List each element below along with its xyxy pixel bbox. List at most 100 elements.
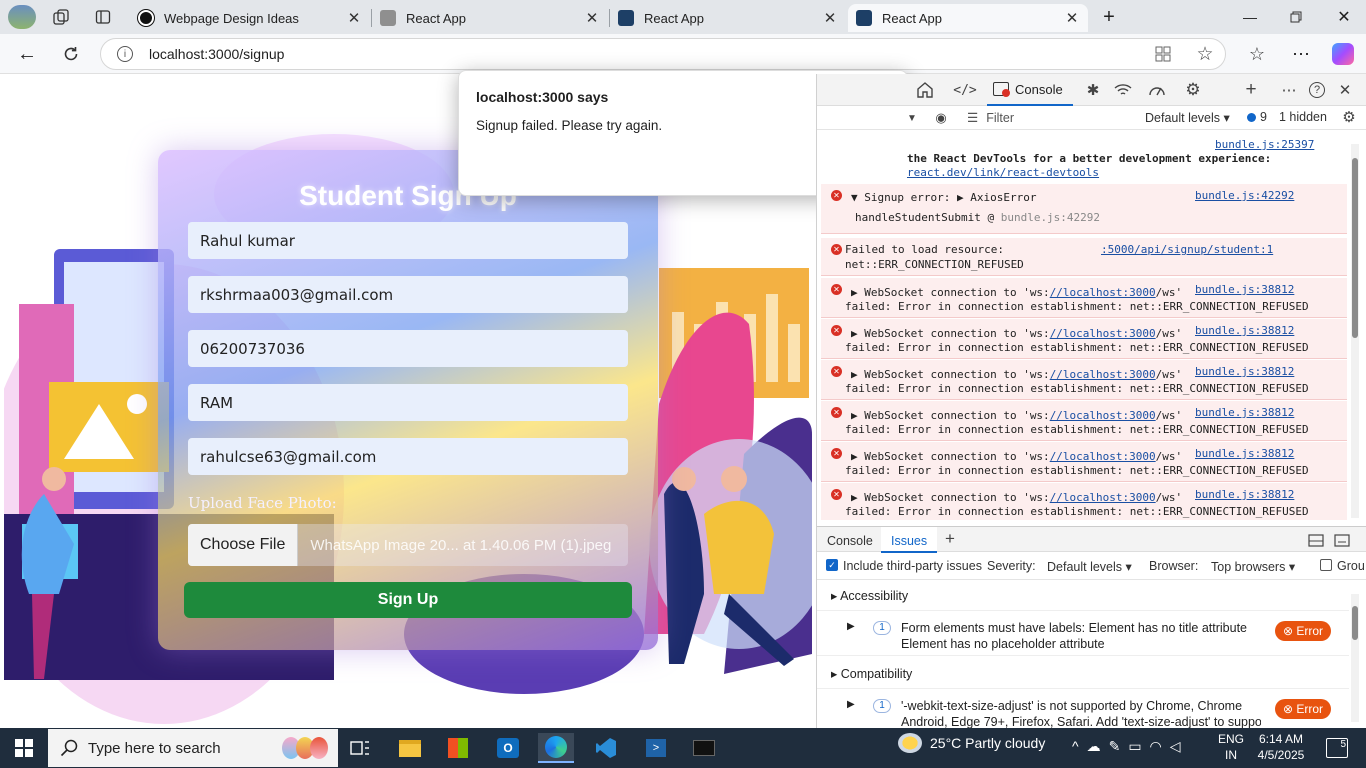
include-third-party-checkbox[interactable]: ✓ [826, 559, 838, 571]
error-source-link[interactable]: bundle.js:38812 [1195, 487, 1294, 502]
language-indicator[interactable]: ENG IN [1218, 731, 1244, 763]
issues-counter[interactable]: 9 [1247, 110, 1267, 124]
group-checkbox[interactable] [1320, 559, 1332, 571]
pen-icon[interactable]: ✎ [1109, 738, 1121, 755]
mysql-terminal-icon[interactable] [686, 733, 722, 763]
section-compatibility[interactable]: ▸ Compatibility [831, 666, 912, 681]
restore-icon[interactable] [1286, 8, 1306, 26]
chevron-up-icon[interactable]: ^ [1072, 738, 1079, 755]
error-source-link[interactable]: bundle.js:38812 [1195, 364, 1294, 379]
more-menu-icon[interactable]: ⋯ [1290, 43, 1312, 65]
name-input[interactable] [188, 222, 628, 259]
guardian-email-input[interactable] [188, 438, 628, 475]
outlook-icon[interactable]: O [490, 733, 526, 763]
battery-icon[interactable]: ▭ [1128, 738, 1141, 755]
network-icon[interactable]: ☁ [1087, 738, 1101, 755]
elements-icon[interactable]: </> [953, 80, 977, 100]
close-devtools-icon[interactable]: ✕ [1335, 80, 1355, 100]
error-source-link[interactable]: bundle.js:38812 [1195, 446, 1294, 461]
edge-icon[interactable] [538, 733, 574, 763]
drawer-tab-issues[interactable]: Issues [881, 527, 938, 553]
taskbar-search[interactable]: Type here to search [48, 729, 338, 767]
add-tool-icon[interactable]: + [1241, 79, 1261, 100]
sign-up-button[interactable]: Sign Up [184, 582, 632, 618]
expand-icon[interactable]: ▶ [847, 621, 855, 632]
dock-icon[interactable] [1307, 532, 1325, 548]
settings-gear-icon[interactable]: ⚙ [1183, 80, 1203, 100]
more-options-icon[interactable]: ⋯ [1279, 80, 1299, 100]
microsoft-store-icon[interactable] [440, 733, 476, 763]
app-available-icon[interactable] [1154, 45, 1172, 63]
info-icon[interactable]: i [117, 46, 133, 62]
error-source-link[interactable]: bundle.js:38812 [1195, 405, 1294, 420]
choose-file-button[interactable]: Choose File [188, 524, 299, 566]
notification-icon[interactable]: 5 [1326, 738, 1348, 758]
network-wifi-icon[interactable] [1113, 80, 1133, 100]
back-arrow-icon[interactable]: ← [16, 43, 38, 65]
expand-icon[interactable]: ▶ [847, 699, 855, 710]
severity-dropdown[interactable]: Default levels ▾ [1047, 559, 1132, 574]
websocket-error-row: ✕ ▶ WebSocket connection to 'ws://localh… [821, 483, 1347, 520]
context-dropdown-icon[interactable]: ▼ [905, 111, 919, 125]
browser-dropdown[interactable]: Top browsers ▾ [1211, 559, 1295, 574]
issues-list: ▸ Accessibility ▶ 1 Form elements must h… [817, 580, 1349, 728]
drawer-tab-console[interactable]: Console [827, 534, 873, 548]
favorites-icon[interactable]: ☆ [1246, 43, 1268, 65]
password-input[interactable] [188, 384, 628, 421]
vscode-icon[interactable] [588, 733, 624, 763]
email-input[interactable] [188, 276, 628, 313]
error-source-link[interactable]: :5000/api/signup/student:1 [1101, 242, 1273, 257]
issue-row[interactable]: ▶ 1 '-webkit-text-size-adjust' is not su… [817, 688, 1349, 728]
error-source-link[interactable]: bundle.js:42292 [1195, 188, 1294, 203]
copilot-icon[interactable] [1332, 43, 1354, 65]
levels-dropdown[interactable]: Default levels ▾ [1145, 110, 1230, 125]
tab-actions-icon[interactable] [92, 8, 114, 26]
error-source-link[interactable]: bundle.js:38812 [1195, 323, 1294, 338]
error-source-link[interactable]: bundle.js:38812 [1195, 282, 1294, 297]
close-window-icon[interactable]: ✕ [1334, 8, 1354, 26]
console-settings-icon[interactable]: ⚙ [1341, 109, 1357, 126]
tab-react-app-active[interactable]: React App ✕ [848, 4, 1088, 32]
wifi-icon[interactable]: ◠ [1150, 738, 1162, 755]
issue-row[interactable]: ▶ 1 Form elements must have labels: Elem… [817, 610, 1349, 656]
eye-icon[interactable]: ◉ [933, 110, 949, 126]
minimize-icon[interactable]: — [1240, 8, 1260, 26]
workspaces-icon[interactable] [50, 8, 72, 26]
refresh-icon[interactable] [60, 43, 82, 65]
weather-widget[interactable]: 25°C Partly cloudy [898, 733, 1045, 753]
drawer-tabbar: Console Issues + [817, 526, 1366, 553]
tab-console[interactable]: Console [987, 74, 1073, 106]
volume-icon[interactable]: ◁ [1170, 738, 1181, 755]
profile-avatar[interactable] [8, 5, 36, 29]
filter-input[interactable]: ☰ Filter [967, 110, 1014, 126]
close-tab-icon[interactable]: ✕ [584, 9, 600, 27]
start-windows-icon[interactable] [12, 736, 36, 760]
file-explorer-icon[interactable] [392, 733, 428, 763]
log-source-link[interactable]: bundle.js:25397 [1215, 138, 1314, 151]
url-field[interactable]: i localhost:3000/signup [100, 38, 1226, 70]
favorite-star-icon[interactable]: ☆ [1194, 43, 1216, 65]
file-input[interactable]: Choose File WhatsApp Image 20... at 1.40… [188, 524, 628, 566]
close-tab-icon[interactable]: ✕ [1064, 9, 1080, 27]
tab-react-app-2[interactable]: React App ✕ [610, 4, 846, 32]
close-tab-icon[interactable]: ✕ [346, 9, 362, 27]
task-view-icon[interactable] [342, 733, 378, 763]
section-accessibility[interactable]: ▸ Accessibility [831, 588, 908, 603]
console-scrollbar[interactable] [1351, 144, 1359, 518]
devtools-panel: </> Console ✱ ⚙ + ⋯ ? ✕ ▼ ◉ ☰ Filter Def… [816, 74, 1366, 728]
add-drawer-tab-icon[interactable]: + [941, 529, 959, 548]
devtools-link[interactable]: react.dev/link/react-devtools [907, 166, 1099, 179]
clock[interactable]: 6:14 AM 4/5/2025 [1256, 731, 1306, 763]
performance-icon[interactable] [1147, 80, 1167, 100]
close-drawer-icon[interactable] [1333, 532, 1351, 548]
issues-scrollbar[interactable] [1351, 594, 1359, 722]
new-tab-icon[interactable]: + [1098, 6, 1120, 28]
phone-input[interactable] [188, 330, 628, 367]
home-icon[interactable] [915, 80, 935, 100]
bug-icon[interactable]: ✱ [1083, 80, 1103, 100]
help-icon[interactable]: ? [1307, 80, 1327, 100]
close-tab-icon[interactable]: ✕ [822, 9, 838, 27]
tab-react-app-1[interactable]: React App ✕ [372, 4, 608, 32]
tab-webpage-design[interactable]: Webpage Design Ideas ✕ [130, 4, 370, 32]
powershell-icon[interactable]: > [638, 733, 674, 763]
